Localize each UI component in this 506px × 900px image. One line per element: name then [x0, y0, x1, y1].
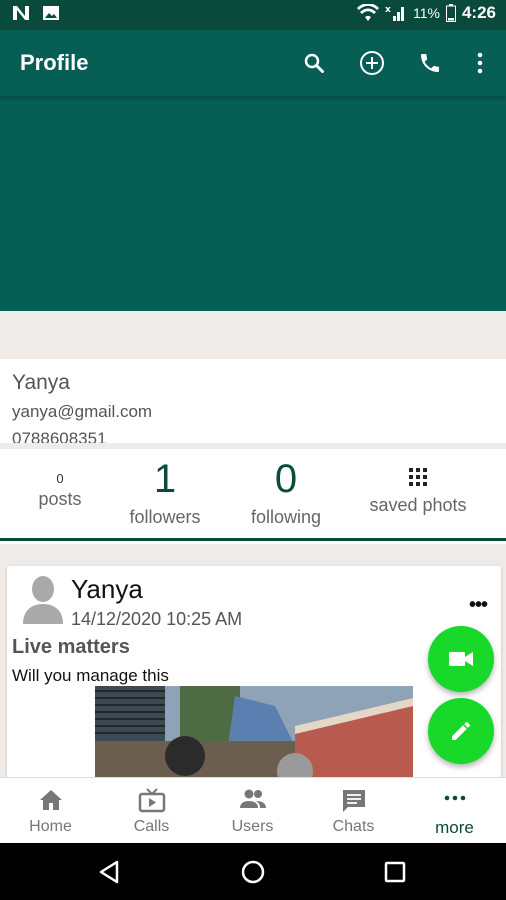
- call-button[interactable]: [416, 49, 444, 77]
- post-author: Yanya: [71, 574, 143, 604]
- back-icon[interactable]: [97, 860, 121, 884]
- add-circle-icon: [360, 51, 384, 75]
- post-date: 14/12/2020 10:25 AM: [71, 609, 243, 629]
- post-card[interactable]: Yanya 14/12/2020 10:25 AM ••• Live matte…: [7, 566, 501, 777]
- system-navigation-bar: [0, 843, 506, 900]
- page-title: Profile: [20, 50, 89, 75]
- followers-stat[interactable]: 1 followers: [115, 449, 215, 539]
- image-notification-icon: [43, 6, 59, 20]
- users-icon: [239, 789, 266, 808]
- add-button[interactable]: [358, 49, 386, 77]
- app-bar: Profile: [0, 30, 506, 96]
- posts-count: 0: [56, 471, 64, 486]
- grid-icon: [409, 468, 427, 486]
- avatar: [23, 576, 63, 624]
- phone-icon: [421, 54, 439, 72]
- saved-photos-label: saved phots: [369, 495, 467, 515]
- nav-more[interactable]: more: [404, 778, 505, 844]
- post-title: Live matters: [12, 636, 130, 658]
- chat-icon: [342, 790, 365, 812]
- following-stat[interactable]: 0 following: [236, 449, 336, 539]
- followers-label: followers: [129, 507, 201, 527]
- post-image[interactable]: [95, 686, 413, 777]
- profile-stats: 0 posts 1 followers 0 following saved ph…: [0, 449, 506, 541]
- battery-icon: [445, 4, 456, 22]
- profile-name: Yanya: [12, 371, 70, 394]
- clock: 4:26: [461, 3, 496, 22]
- wifi-icon: [356, 4, 379, 21]
- post-body: Will you manage this: [12, 666, 169, 685]
- following-count: 0: [274, 457, 298, 501]
- home-icon: [39, 790, 62, 810]
- nav-calls[interactable]: Calls: [101, 778, 202, 844]
- recents-square-icon[interactable]: [383, 860, 407, 884]
- post-menu-button[interactable]: •••: [469, 594, 488, 617]
- following-label: following: [250, 507, 322, 527]
- notification-n-icon: [13, 6, 29, 20]
- overflow-menu-icon: [477, 52, 483, 74]
- nav-home-label: Home: [29, 818, 72, 835]
- bottom-navigation: Home Calls Users Chats more: [0, 777, 506, 843]
- status-bar: x 11% 4:26: [0, 0, 506, 30]
- profile-cover: [0, 96, 506, 311]
- nav-calls-label: Calls: [133, 818, 170, 835]
- followers-count: 1: [153, 457, 177, 501]
- svg-text:x: x: [385, 5, 391, 15]
- cellular-signal-icon: x: [385, 5, 404, 21]
- nav-home[interactable]: Home: [0, 778, 101, 844]
- profile-email: yanya@gmail.com: [12, 402, 153, 421]
- edit-fab[interactable]: [428, 698, 494, 764]
- nav-chats-label: Chats: [332, 818, 375, 835]
- profile-info: Yanya yanya@gmail.com 0788608351: [0, 359, 506, 443]
- nav-users[interactable]: Users: [202, 778, 303, 844]
- nav-more-label: more: [435, 818, 474, 837]
- posts-stat[interactable]: 0 posts: [10, 449, 110, 539]
- nav-chats[interactable]: Chats: [303, 778, 404, 844]
- nav-users-label: Users: [231, 818, 274, 835]
- video-call-icon: [449, 652, 473, 666]
- profile-phone: 0788608351: [12, 429, 107, 443]
- edit-pencil-icon: [452, 722, 470, 740]
- video-call-fab[interactable]: [428, 626, 494, 692]
- search-button[interactable]: [300, 49, 328, 77]
- overflow-menu-button[interactable]: [466, 49, 494, 77]
- posts-label: posts: [38, 489, 82, 509]
- tv-icon: [138, 788, 165, 813]
- divider: [0, 311, 506, 359]
- home-circle-icon[interactable]: [241, 860, 265, 884]
- saved-photos-stat[interactable]: saved phots: [358, 449, 478, 539]
- battery-percent: 11%: [412, 5, 440, 21]
- search-icon: [304, 53, 324, 73]
- more-horizontal-icon: [444, 795, 465, 801]
